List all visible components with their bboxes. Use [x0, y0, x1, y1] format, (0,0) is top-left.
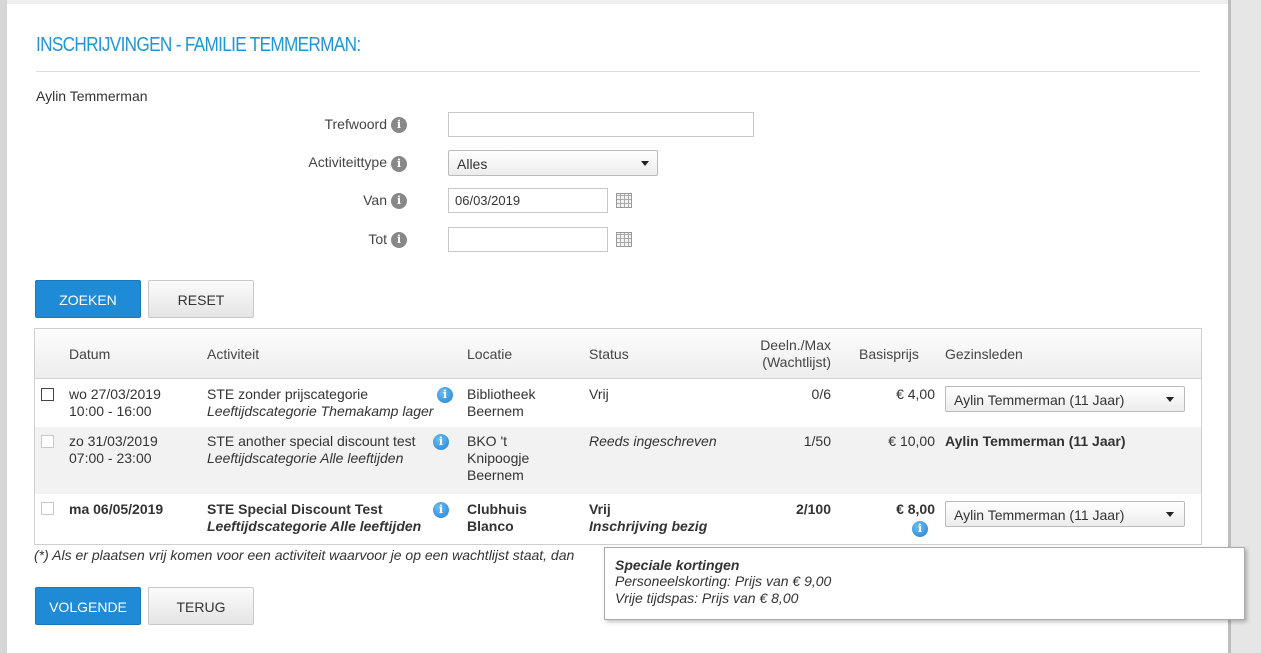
row-activity: STE another special discount test: [207, 433, 416, 449]
family-member-select[interactable]: Aylin Temmerman (11 Jaar): [945, 386, 1185, 412]
row-location: BKO 't: [467, 433, 508, 449]
row-category: Leeftijdscategorie Themakamp lager: [207, 403, 434, 419]
info-icon[interactable]: i: [391, 155, 407, 172]
chevron-down-icon: [1166, 512, 1174, 517]
row-price: € 8,00: [896, 501, 935, 517]
discount-tooltip: Speciale kortingen Personeelskorting: Pr…: [604, 547, 1245, 620]
row-family-member: Aylin Temmerman (11 Jaar): [945, 433, 1126, 449]
row-price: € 10,00: [888, 433, 935, 449]
chevron-down-icon: [1166, 397, 1174, 402]
row-participants: 1/50: [803, 433, 831, 449]
table-header: Datum Activiteit Locatie Status Deeln./M…: [35, 329, 1201, 379]
calendar-icon[interactable]: [616, 193, 632, 208]
from-date-label: Van i: [213, 192, 413, 210]
reset-button[interactable]: RESET: [148, 280, 254, 318]
info-icon[interactable]: i: [391, 232, 407, 249]
activity-type-label: Activiteittype i: [213, 154, 413, 172]
title-divider: [36, 71, 1200, 72]
price-info-icon[interactable]: i: [912, 521, 928, 537]
keyword-input[interactable]: [448, 112, 754, 137]
row-time: 07:00 - 23:00: [69, 450, 152, 466]
window-left-border: [0, 0, 7, 653]
back-button[interactable]: TERUG: [148, 587, 254, 625]
to-date-input[interactable]: [448, 227, 608, 252]
activity-type-row: Activiteittype i Alles: [213, 150, 658, 176]
from-date-row: Van i: [213, 188, 632, 213]
keyword-row: Trefwoord i: [213, 112, 754, 137]
row-date: ma 06/05/2019: [69, 501, 164, 517]
table-row: wo 27/03/2019 10:00 - 16:00 STE zonder p…: [35, 379, 1201, 427]
row-activity: STE Special Discount Test: [207, 501, 383, 517]
results-table: Datum Activiteit Locatie Status Deeln./M…: [34, 328, 1202, 545]
info-icon[interactable]: i: [433, 434, 449, 450]
window-top-border: [7, 0, 1228, 4]
header-base-price: Basisprijs: [859, 346, 919, 362]
table-row: ma 06/05/2019 STE Special Discount Test …: [35, 494, 1201, 544]
row-category: Leeftijdscategorie Alle leeftijden: [207, 450, 404, 466]
row-checkbox: [41, 435, 54, 448]
chevron-down-icon: [641, 161, 649, 166]
row-checkbox: [41, 502, 54, 515]
waitlist-footnote: (*) Als er plaatsen vrij komen voor een …: [34, 547, 575, 563]
row-participants: 2/100: [795, 501, 831, 517]
row-location-city: Beernem: [467, 403, 524, 419]
header-participants: Deeln./Max: [760, 337, 831, 353]
page-title: INSCHRIJVINGEN - FAMILIE TEMMERMAN:: [36, 34, 361, 56]
row-date: wo 27/03/2019: [69, 386, 161, 402]
person-name: Aylin Temmerman: [36, 88, 148, 104]
header-family-members: Gezinsleden: [945, 346, 1023, 362]
row-location: Bibliotheek: [467, 386, 536, 402]
row-checkbox[interactable]: [41, 388, 54, 401]
info-icon[interactable]: i: [391, 117, 407, 134]
to-date-label: Tot i: [213, 231, 413, 249]
row-status-detail: Inschrijving bezig: [589, 518, 708, 534]
keyword-label: Trefwoord i: [213, 116, 413, 134]
info-icon[interactable]: i: [433, 502, 449, 518]
row-status: Vrij: [589, 386, 609, 402]
row-status: Vrij: [589, 501, 611, 517]
row-date: zo 31/03/2019: [69, 433, 158, 449]
header-activity: Activiteit: [207, 346, 260, 362]
info-icon[interactable]: i: [437, 387, 453, 403]
row-location-city: Beernem: [467, 467, 524, 483]
row-time: 10:00 - 16:00: [69, 403, 152, 419]
tooltip-line: Personeelskorting: Prijs van € 9,00: [615, 573, 832, 589]
header-location: Locatie: [467, 346, 513, 362]
header-waitlist: (Wachtlijst): [762, 354, 831, 370]
calendar-icon[interactable]: [616, 232, 632, 247]
search-button[interactable]: ZOEKEN: [35, 280, 141, 318]
tooltip-line: Vrije tijdspas: Prijs van € 8,00: [615, 590, 799, 606]
next-button[interactable]: VOLGENDE: [35, 587, 141, 625]
from-date-input[interactable]: [448, 188, 608, 213]
row-location-city: Blanco: [467, 518, 514, 534]
family-member-select[interactable]: Aylin Temmerman (11 Jaar): [945, 501, 1185, 527]
row-participants: 0/6: [811, 386, 831, 402]
activity-type-select[interactable]: Alles: [448, 150, 658, 176]
tooltip-title: Speciale kortingen: [615, 557, 740, 573]
table-row: zo 31/03/2019 07:00 - 23:00 STE another …: [35, 427, 1201, 494]
row-price: € 4,00: [896, 386, 935, 402]
to-date-row: Tot i: [213, 227, 632, 252]
row-location-name: Knipoogje: [467, 450, 530, 466]
info-icon[interactable]: i: [391, 193, 407, 210]
header-status: Status: [589, 346, 629, 362]
row-location: Clubhuis: [467, 501, 527, 517]
header-date: Datum: [69, 346, 111, 362]
row-activity: STE zonder prijscategorie: [207, 386, 369, 402]
row-category: Leeftijdscategorie Alle leeftijden: [207, 518, 422, 534]
row-status: Reeds ingeschreven: [589, 433, 717, 449]
